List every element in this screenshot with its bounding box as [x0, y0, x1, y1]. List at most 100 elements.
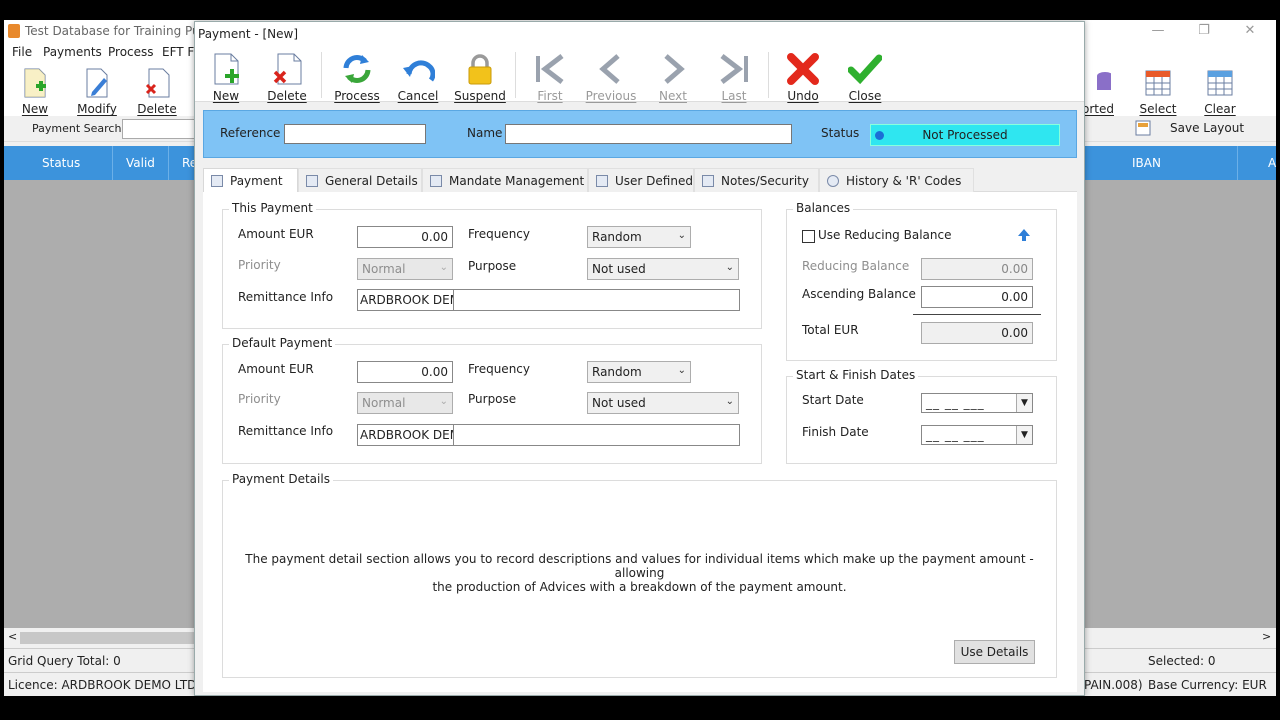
col-status[interactable]: Status	[42, 156, 80, 170]
undo-button[interactable]: Undo	[773, 50, 833, 103]
close-window-icon[interactable]: ✕	[1234, 22, 1266, 40]
main-clear-button[interactable]: Clear	[1192, 66, 1248, 116]
delete-document-icon	[145, 68, 170, 98]
reference-input[interactable]	[284, 124, 426, 144]
this-payment-group: This Payment Amount EUR 0.00 Frequency R…	[222, 201, 762, 329]
chevron-down-icon[interactable]: ▼	[1016, 426, 1032, 444]
menu-process[interactable]: Process	[108, 45, 154, 59]
ascending-balance-label: Ascending Balance	[802, 287, 916, 301]
tp-remittance-input[interactable]: ARDBROOK DEM	[357, 289, 740, 311]
new-button[interactable]: New	[196, 50, 256, 103]
this-payment-title: This Payment	[229, 201, 316, 215]
balances-title: Balances	[793, 201, 854, 215]
up-arrow-icon[interactable]	[1017, 228, 1031, 242]
use-details-button[interactable]: Use Details	[954, 640, 1035, 664]
restore-icon[interactable]: ❐	[1188, 22, 1220, 40]
chevron-down-icon: ⌄	[677, 230, 686, 241]
suspend-button[interactable]: Suspend	[450, 50, 510, 103]
tab-notes-security-label: Notes/Security	[721, 174, 809, 188]
dp-frequency-select[interactable]: Random ⌄	[587, 361, 691, 383]
chevron-down-icon[interactable]: ▼	[1016, 394, 1032, 412]
notes-icon	[702, 175, 714, 187]
payment-dialog: Payment - [New] New Delete Process Cance…	[194, 21, 1085, 696]
total-eur-label: Total EUR	[802, 323, 859, 337]
dp-purpose-select[interactable]: Not used ⌄	[587, 392, 739, 414]
finish-date-picker[interactable]: __ __ ___ ▼	[921, 425, 1033, 445]
green-check-icon	[848, 54, 882, 85]
dp-priority-select[interactable]: Normal ⌄	[357, 392, 453, 414]
dp-remittance-part-a[interactable]: ARDBROOK DEM	[358, 425, 454, 445]
suspend-label: Suspend	[454, 89, 506, 103]
modify-document-icon	[86, 68, 108, 98]
tab-user-defined[interactable]: User Defined	[588, 168, 694, 192]
dp-amount-input[interactable]: 0.00	[357, 361, 453, 383]
dp-priority-label: Priority	[238, 392, 281, 406]
red-x-icon	[787, 53, 819, 85]
main-new-button[interactable]: New	[7, 66, 63, 116]
menu-eft[interactable]: EFT Fi	[162, 45, 197, 59]
tab-general-details[interactable]: General Details	[298, 168, 422, 192]
cancel-button[interactable]: Cancel	[388, 50, 448, 103]
details-line-1: The payment detail section allows you to…	[245, 552, 1034, 580]
next-button[interactable]: Next	[643, 50, 703, 103]
finish-date-value: __ __ ___	[926, 428, 985, 442]
first-button[interactable]: First	[520, 50, 580, 103]
last-button[interactable]: Last	[704, 50, 764, 103]
delete-button[interactable]: Delete	[257, 50, 317, 103]
minimize-icon[interactable]: —	[1142, 22, 1174, 40]
tp-frequency-label: Frequency	[468, 227, 530, 241]
tab-mandate-management[interactable]: Mandate Management	[422, 168, 588, 192]
status-indicator: Not Processed	[870, 124, 1060, 146]
undo-arrow-icon	[403, 60, 435, 82]
base-currency: Base Currency: EUR	[1148, 678, 1267, 692]
tp-amount-input[interactable]: 0.00	[357, 226, 453, 248]
status-value: Not Processed	[922, 128, 1008, 142]
tp-frequency-value: Random	[592, 230, 642, 244]
main-delete-button[interactable]: Delete	[129, 66, 185, 116]
main-window-title: Test Database for Training Purpo	[25, 24, 220, 38]
app-icon	[8, 24, 20, 38]
save-layout-button[interactable]: Save Layout	[1170, 121, 1244, 135]
main-select-button[interactable]: Select	[1130, 66, 1186, 116]
col-a[interactable]: A	[1268, 156, 1276, 170]
start-date-picker[interactable]: __ __ ___ ▼	[921, 393, 1033, 413]
last-icon	[720, 54, 748, 84]
use-reducing-checkbox[interactable]	[802, 230, 815, 243]
scroll-right-icon[interactable]: >	[1262, 630, 1271, 643]
tp-remittance-label: Remittance Info	[238, 290, 334, 304]
tab-notes-security[interactable]: Notes/Security	[694, 168, 819, 192]
name-input[interactable]	[505, 124, 792, 144]
dates-group: Start & Finish Dates Start Date __ __ __…	[786, 368, 1057, 464]
tab-payment[interactable]: Payment	[203, 168, 298, 193]
process-button[interactable]: Process	[327, 50, 387, 103]
tp-frequency-select[interactable]: Random ⌄	[587, 226, 691, 248]
total-eur-value: 0.00	[921, 322, 1033, 344]
scroll-left-icon[interactable]: <	[8, 630, 17, 643]
dp-remittance-input[interactable]: ARDBROOK DEM	[357, 424, 740, 446]
default-payment-title: Default Payment	[229, 336, 336, 350]
payment-search-input[interactable]	[122, 119, 202, 139]
col-valid[interactable]: Valid	[126, 156, 155, 170]
main-new-label: New	[21, 102, 49, 116]
ascending-balance-input[interactable]: 0.00	[921, 286, 1033, 308]
dp-purpose-value: Not used	[592, 396, 646, 410]
new-document-icon	[24, 68, 46, 98]
default-payment-group: Default Payment Amount EUR 0.00 Frequenc…	[222, 336, 762, 464]
tp-remittance-part-a[interactable]: ARDBROOK DEM	[358, 290, 454, 310]
scroll-thumb[interactable]	[20, 632, 196, 644]
finish-date-label: Finish Date	[802, 425, 869, 439]
tp-purpose-select[interactable]: Not used ⌄	[587, 258, 739, 280]
menu-file[interactable]: File	[12, 45, 32, 59]
dp-frequency-value: Random	[592, 365, 642, 379]
menu-payments[interactable]: Payments	[43, 45, 102, 59]
tp-priority-select[interactable]: Normal ⌄	[357, 258, 453, 280]
database-icon	[1097, 72, 1111, 90]
close-button[interactable]: Close	[835, 50, 895, 103]
main-modify-button[interactable]: Modify	[69, 66, 125, 116]
tab-user-defined-label: User Defined	[615, 174, 693, 188]
previous-button[interactable]: Previous	[581, 50, 641, 103]
tp-purpose-value: Not used	[592, 262, 646, 276]
col-iban[interactable]: IBAN	[1132, 156, 1161, 170]
tab-history-r-codes[interactable]: History & 'R' Codes	[819, 168, 974, 192]
chevron-down-icon: ⌄	[677, 365, 686, 376]
